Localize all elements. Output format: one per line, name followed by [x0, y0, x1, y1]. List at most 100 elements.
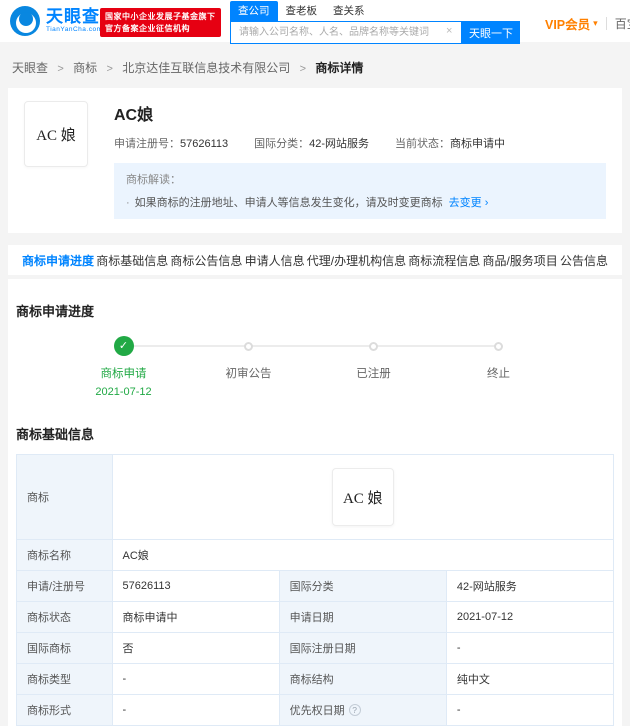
basic-info-table: 商标 AC 娘 商标名称 AC娘 申请/注册号 57626113 国际分类 42…: [16, 454, 615, 726]
clear-icon[interactable]: ×: [446, 25, 452, 37]
step-label: 商标申请: [100, 368, 147, 380]
tab-goods-services[interactable]: 商品/服务项目: [482, 252, 557, 269]
step-pending-dot-icon: [244, 341, 253, 351]
table-row: 商标名称 AC娘: [16, 539, 615, 571]
tab-announcement-info[interactable]: 公告信息: [560, 252, 608, 269]
detail-tab-bar: 商标申请进度 商标基础信息 商标公告信息 申请人信息 代理/办理机构信息 商标流…: [8, 245, 622, 275]
summary-fields: 申请注册号：57626113 国际分类：42-网站服务 当前状态：商标申请中: [114, 135, 606, 151]
search-tab-relation[interactable]: 查关系: [325, 1, 373, 21]
reg-number-value: 57626113: [180, 138, 229, 150]
breadcrumb-current: 商标详情: [315, 61, 364, 75]
trademark-image: AC 娘: [24, 101, 88, 167]
row-label: 国际商标: [16, 632, 113, 664]
search-tab-boss[interactable]: 查老板: [278, 1, 326, 21]
step-label: 终止: [487, 368, 510, 380]
brand-domain: TianYanCha.com: [46, 26, 103, 34]
step-preliminary-gazette: 初审公告: [186, 336, 311, 398]
tab-basic-info[interactable]: 商标基础信息: [96, 252, 168, 269]
trademark-name-value: AC娘: [111, 539, 615, 571]
row-label: 申请/注册号: [16, 570, 113, 602]
row-label: 商标状态: [16, 601, 113, 633]
brand-name: 天眼查: [46, 7, 100, 27]
help-icon[interactable]: ?: [348, 704, 361, 716]
trademark-summary-card: AC 娘 AC娘 申请注册号：57626113 国际分类：42-网站服务 当前状…: [8, 88, 622, 233]
step-pending-dot-icon: [369, 341, 378, 351]
tab-gazette-info[interactable]: 商标公告信息: [170, 252, 242, 269]
certification-badge-line2: 官方备案企业征信机构: [105, 23, 190, 33]
search-tabs: 查公司 查老板 查关系: [230, 1, 520, 21]
table-row: 申请/注册号 57626113 国际分类 42-网站服务: [16, 570, 615, 602]
tab-application-progress[interactable]: 商标申请进度: [22, 252, 94, 269]
row-value: -: [445, 632, 615, 664]
row-value: 57626113: [111, 570, 280, 602]
breadcrumb-separator: >: [106, 63, 113, 75]
breadcrumb: 天眼查 > 商标 > 北京达佳互联信息技术有限公司 > 商标详情: [0, 42, 630, 88]
table-row: 国际商标 否 国际注册日期 -: [16, 632, 615, 664]
row-label: 商标形式: [16, 694, 113, 726]
caret-down-icon: ▾: [593, 18, 598, 28]
toolbox-link[interactable]: 百宝箱: [615, 15, 630, 32]
go-change-link[interactable]: 去变更 ›: [449, 197, 489, 209]
detail-content-card: 商标申请进度 ✓ 商标申请 2021-07-12 初审公告 已注册 终止 商标基…: [8, 279, 622, 726]
row-value: 否: [111, 632, 280, 664]
interpretation-text: 如果商标的注册地址、申请人等信息发生变化，请及时变更商标: [134, 197, 443, 209]
step-application: ✓ 商标申请 2021-07-12: [61, 336, 186, 398]
vip-member-link[interactable]: VIP会员 ▾: [545, 14, 598, 33]
row-value: -: [445, 694, 615, 726]
intl-class-label: 国际分类：: [254, 138, 310, 150]
row-label: 国际注册日期: [278, 632, 447, 664]
breadcrumb-separator: >: [57, 63, 64, 75]
row-value: -: [111, 663, 280, 695]
row-value: 2021-07-12: [445, 601, 615, 633]
header-divider: [605, 17, 607, 30]
step-label: 已注册: [356, 368, 391, 380]
table-row: 商标 AC 娘: [16, 454, 615, 540]
row-value: -: [111, 694, 280, 726]
row-label: 国际分类: [278, 570, 447, 602]
application-progress-stepper: ✓ 商标申请 2021-07-12 初审公告 已注册 终止: [61, 336, 561, 398]
row-label: 优先权日期?: [278, 694, 447, 726]
tab-applicant-info[interactable]: 申请人信息: [245, 252, 305, 269]
breadcrumb-company[interactable]: 北京达佳互联信息技术有限公司: [122, 61, 290, 75]
progress-section-heading: 商标申请进度: [16, 304, 95, 319]
trademark-title: AC娘: [114, 107, 154, 124]
table-row: 商标类型 - 商标结构 纯中文: [16, 663, 615, 695]
search-tab-company[interactable]: 查公司: [230, 1, 278, 21]
search-button[interactable]: 天眼一下: [462, 21, 520, 44]
tab-process-info[interactable]: 商标流程信息: [408, 252, 480, 269]
step-registered: 已注册: [311, 336, 436, 398]
trademark-image: AC 娘: [331, 468, 394, 526]
breadcrumb-trademark[interactable]: 商标: [73, 61, 97, 75]
step-done-check-icon: ✓: [113, 336, 134, 356]
reg-number-label: 申请注册号：: [114, 138, 180, 150]
row-value: 42-网站服务: [445, 570, 615, 602]
current-status-label: 当前状态：: [395, 138, 451, 150]
bullet-icon: ·: [126, 197, 130, 209]
search-input[interactable]: [230, 21, 462, 44]
table-row: 商标状态 商标申请中 申请日期 2021-07-12: [16, 601, 615, 633]
row-label: 申请日期: [278, 601, 447, 633]
trademark-image-cell: AC 娘: [111, 454, 615, 540]
search-area: 查公司 查老板 查关系 × 天眼一下: [230, 1, 520, 44]
step-label: 初审公告: [225, 368, 272, 380]
row-label: 商标类型: [16, 663, 113, 695]
site-header: 天眼查 TianYanCha.com 国家中小企业发展子基金旗下 官方备案企业征…: [0, 0, 630, 44]
certification-badge: 国家中小企业发展子基金旗下 官方备案企业征信机构: [100, 8, 221, 38]
breadcrumb-home[interactable]: 天眼查: [12, 61, 48, 75]
row-value: 纯中文: [445, 663, 615, 695]
trademark-interpretation-panel: 商标解读： · 如果商标的注册地址、申请人等信息发生变化，请及时变更商标 去变更 ›: [114, 163, 606, 219]
breadcrumb-separator: >: [299, 63, 307, 75]
current-status-value: 商标申请中: [450, 138, 506, 150]
tianyancha-logo[interactable]: 天眼查 TianYanCha.com: [10, 6, 103, 36]
certification-badge-line1: 国家中小企业发展子基金旗下: [105, 12, 216, 21]
header-right: VIP会员 ▾ 百宝箱: [545, 14, 630, 33]
row-value: 商标申请中: [111, 601, 280, 633]
trademark-image-label: 商标: [16, 454, 113, 540]
table-row: 商标形式 - 优先权日期? -: [16, 694, 615, 726]
tab-agency-info[interactable]: 代理/办理机构信息: [307, 252, 406, 269]
tianyancha-eye-icon: [10, 6, 40, 36]
step-pending-dot-icon: [494, 341, 503, 351]
trademark-name-label: 商标名称: [16, 539, 113, 571]
link-arrow-icon: ›: [484, 197, 489, 209]
basic-info-section-heading: 商标基础信息: [16, 427, 95, 442]
